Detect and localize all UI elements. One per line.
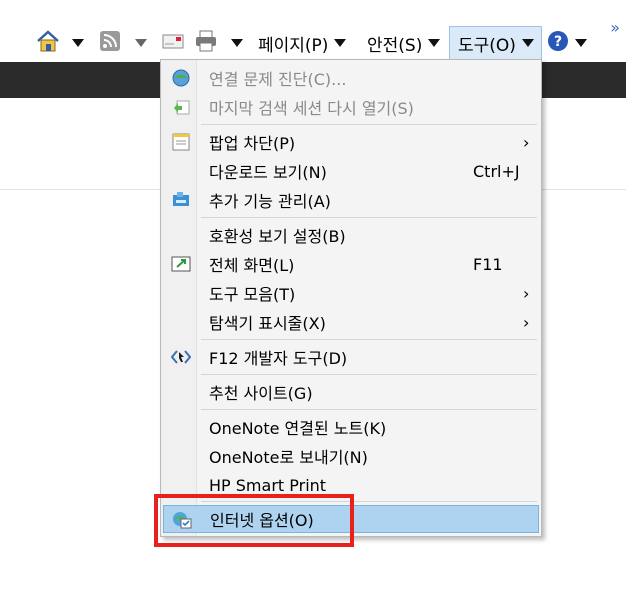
home-button[interactable] [36,26,60,60]
menu-item-toolbars[interactable]: 도구 모음(T) › [163,279,539,307]
chevron-down-icon [428,39,441,47]
print-dropdown-button[interactable] [231,26,243,60]
menu-separator [201,339,537,340]
menu-separator [201,409,537,410]
feeds-button[interactable] [99,26,121,60]
tools-dropdown-menu: 연결 문제 진단(C)... 마지막 검색 세션 다시 열기(S) 팝업 차단(… [160,59,542,537]
print-icon [194,30,218,57]
devtools-icon [170,348,192,366]
chevron-down-icon [575,39,587,47]
menu-item-label: 추가 기능 관리(A) [209,192,331,211]
svg-text:?: ? [554,34,562,50]
menu-separator [201,217,537,218]
page-menu-label: 페이지(P) [258,35,329,56]
menu-item-label: 연결 문제 진단(C)... [209,70,347,89]
addons-icon [171,191,191,209]
menu-item-label: 탐색기 표시줄(X) [209,314,326,333]
home-icon [36,29,60,57]
safety-menu-button[interactable]: 안전(S) [367,26,441,60]
chevron-down-icon [521,39,534,47]
menu-item-label: 추천 사이트(G) [209,384,313,403]
menu-item-shortcut: F11 [473,254,503,274]
help-button[interactable]: ? [547,26,569,60]
menu-item-label: 마지막 검색 세션 다시 열기(S) [209,99,414,118]
menu-item-send-to-onenote[interactable]: OneNote로 보내기(N) [163,442,539,470]
highlight-annotation-box [154,494,354,547]
menu-item-full-screen[interactable]: 전체 화면(L) F11 [163,250,539,278]
toolbar-overflow-button[interactable]: » [610,18,620,37]
submenu-arrow-icon: › [523,312,530,332]
menu-item-popup-blocker[interactable]: 팝업 차단(P) › [163,128,539,156]
rss-icon [99,30,121,57]
page-menu-button[interactable]: 페이지(P) [258,26,347,60]
menu-item-compatibility-view[interactable]: 호환성 보기 설정(B) [163,221,539,249]
tools-menu-button[interactable]: 도구(O) [449,26,542,60]
menu-item-reopen-session[interactable]: 마지막 검색 세션 다시 열기(S) [163,93,539,121]
command-bar: 페이지(P) 안전(S) 도구(O) ? » [0,0,626,62]
menu-item-suggested-sites[interactable]: 추천 사이트(G) [163,378,539,406]
submenu-arrow-icon: › [523,132,530,152]
menu-item-label: 다운로드 보기(N) [209,163,327,182]
menu-item-developer-tools[interactable]: F12 개발자 도구(D) [163,343,539,371]
print-button[interactable] [194,26,218,60]
menu-item-manage-addons[interactable]: 추가 기능 관리(A) [163,186,539,214]
menu-item-view-downloads[interactable]: 다운로드 보기(N) Ctrl+J [163,157,539,185]
tools-menu-label: 도구(O) [458,35,516,56]
chevron-down-icon [72,39,84,47]
menu-item-label: HP Smart Print [209,475,327,495]
chevron-down-icon [135,39,147,47]
help-icon: ? [547,30,569,57]
submenu-arrow-icon: › [523,283,530,303]
feeds-dropdown-button[interactable] [135,26,147,60]
network-diagnose-icon [171,69,191,87]
chevron-down-icon [334,39,347,47]
menu-item-label: F12 개발자 도구(D) [209,349,348,368]
popup-blocker-icon [171,133,191,151]
menu-item-diagnose-connection[interactable]: 연결 문제 진단(C)... [163,64,539,92]
menu-separator [201,124,537,125]
menu-item-shortcut: Ctrl+J [473,161,520,181]
menu-item-explorer-bars[interactable]: 탐색기 표시줄(X) › [163,308,539,336]
safety-menu-label: 안전(S) [367,35,423,56]
menu-separator [201,374,537,375]
menu-item-label: OneNote로 보내기(N) [209,448,368,467]
home-dropdown-button[interactable] [72,26,84,60]
mail-icon [162,32,184,55]
menu-item-onenote-linked-notes[interactable]: OneNote 연결된 노트(K) [163,413,539,441]
chevron-down-icon [231,39,243,47]
fullscreen-icon [171,255,191,273]
menu-item-label: OneNote 연결된 노트(K) [209,419,387,438]
reopen-session-icon [171,98,191,116]
menu-item-label: 팝업 차단(P) [209,134,296,153]
mail-button[interactable] [162,26,184,60]
menu-item-label: 호환성 보기 설정(B) [209,227,346,246]
menu-item-label: 도구 모음(T) [209,285,296,304]
help-dropdown-button[interactable] [575,26,587,60]
menu-item-label: 전체 화면(L) [209,256,295,275]
